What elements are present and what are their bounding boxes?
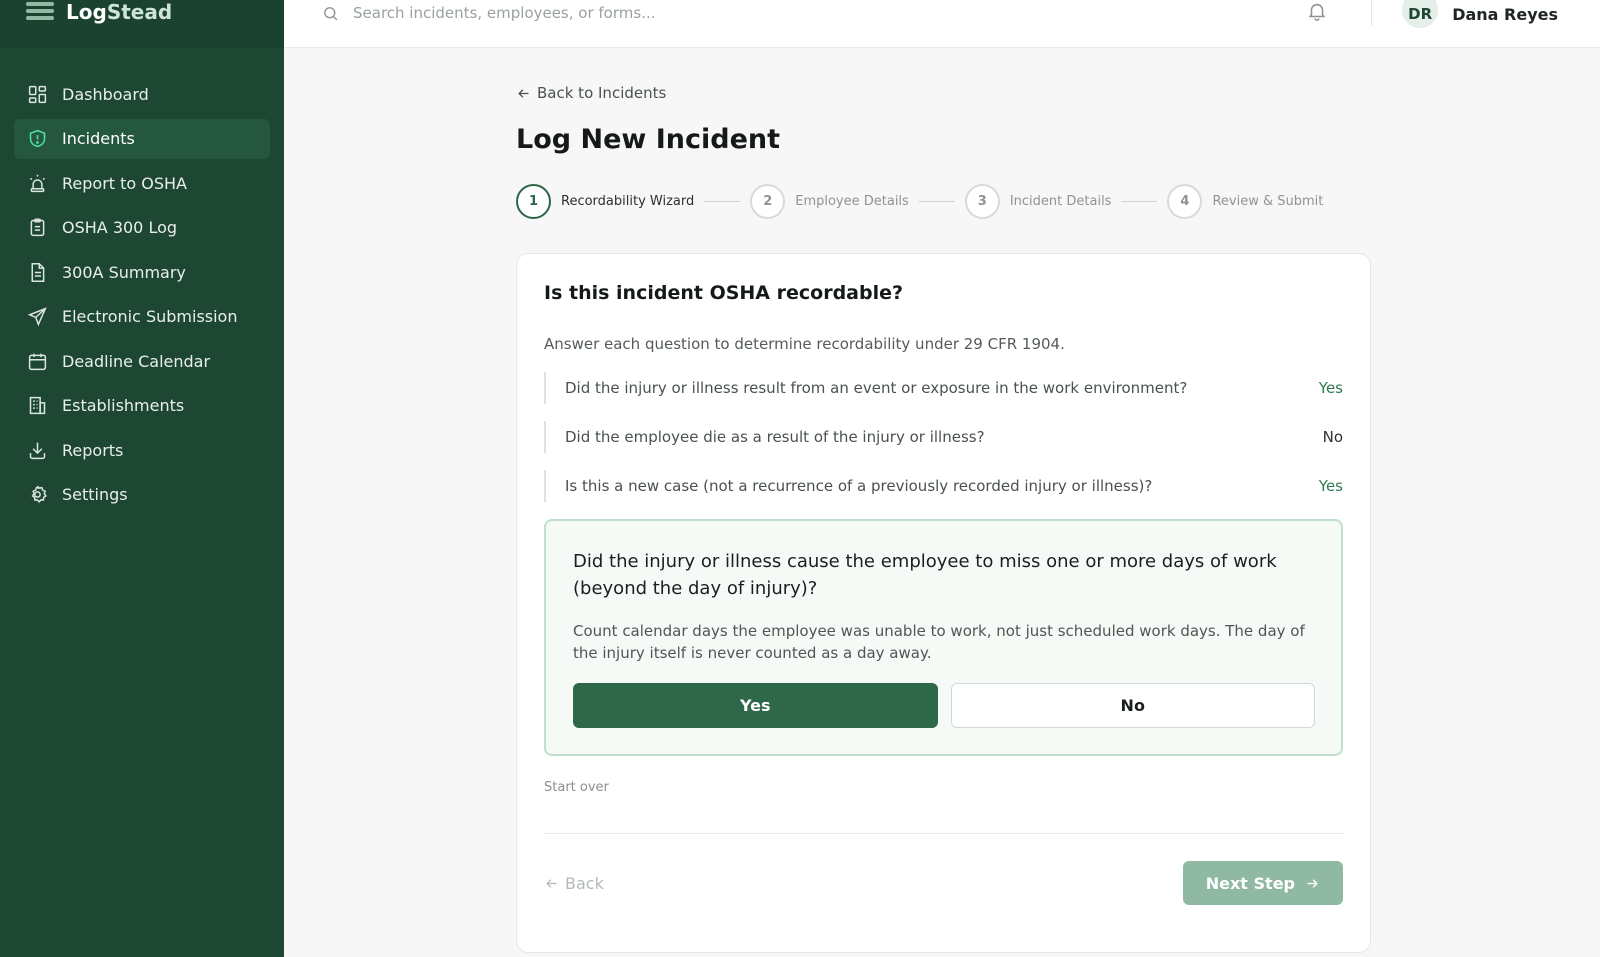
sidebar-item-300a-summary[interactable]: 300A Summary [14,252,270,292]
page-title: Log New Incident [516,124,781,155]
sidebar-item-electronic-submission[interactable]: Electronic Submission [14,297,270,337]
answered-question-text: Did the employee die as a result of the … [565,428,985,446]
step-label: Recordability Wizard [561,193,695,209]
answered-question-answer: Yes [1318,477,1343,495]
wizard-description: Answer each question to determine record… [544,335,1065,353]
step-connector [918,200,955,202]
main-content: Back to Incidents Log New Incident 1 Rec… [516,48,1371,953]
answered-questions: Did the injury or illness result from an… [544,372,1343,502]
sidebar-item-label: OSHA 300 Log [62,218,178,237]
search-icon [324,6,338,20]
sidebar-nav: Dashboard Incidents Report to OSHA OSHA … [0,48,284,515]
back-link-label: Back to Incidents [537,84,667,102]
arrow-left-icon [518,88,529,98]
brand[interactable]: LogStead [0,0,284,48]
no-button[interactable]: No [950,683,1315,728]
recordability-card: Is this incident OSHA recordable? Answer… [516,253,1371,953]
sidebar-item-label: Dashboard [62,84,149,104]
back-to-incidents-link[interactable]: Back to Incidents [516,84,666,102]
next-step-label: Next Step [1205,873,1295,893]
search-input[interactable] [353,4,833,22]
sidebar-item-reports[interactable]: Reports [14,430,270,470]
step-connector [1121,200,1158,202]
sidebar: LogStead Dashboard Incidents Report to O… [0,0,284,957]
sidebar-item-label: Electronic Submission [62,307,238,326]
siren-icon [29,174,46,192]
sidebar-item-osha-300-log[interactable]: OSHA 300 Log [14,208,270,248]
user-menu[interactable]: DR Dana Reyes [1402,0,1558,28]
sidebar-item-report-to-osha[interactable]: Report to OSHA [14,163,270,203]
answered-question-row: Is this a new case (not a recurrence of … [544,470,1343,502]
current-question-text: Did the injury or illness cause the empl… [573,551,1277,599]
card-divider [544,833,1343,834]
sidebar-item-label: Report to OSHA [62,173,187,193]
logo-icon [26,2,54,24]
step-recordability-wizard: 1 Recordability Wizard [516,183,695,219]
search-bar [322,0,833,26]
sidebar-item-label: Incidents [62,129,135,148]
answered-question-answer: Yes [1318,379,1343,397]
answer-buttons: Yes No [573,683,1315,728]
user-name: Dana Reyes [1452,4,1558,24]
step-incident-details: 3 Incident Details [964,183,1112,219]
back-button[interactable]: Back [544,874,604,893]
sidebar-item-label: Settings [62,485,128,504]
brand-suffix: Stead [106,0,173,24]
step-label: Incident Details [1009,193,1112,209]
answered-question-text: Did the injury or illness result from an… [565,379,1188,397]
step-employee-details: 2 Employee Details [750,183,909,219]
step-number: 3 [964,183,1000,219]
notification-bell-icon[interactable] [1306,0,1328,22]
calendar-icon [28,353,47,370]
start-over-link[interactable]: Start over [544,780,609,795]
arrow-left-icon [546,878,557,888]
clipboard-icon [30,218,45,237]
step-label: Review & Submit [1212,193,1324,209]
sidebar-item-settings[interactable]: Settings [14,475,270,515]
current-question-panel: Did the injury or illness cause the empl… [544,519,1343,756]
step-connector [704,200,741,202]
avatar: DR [1402,0,1439,28]
sidebar-item-label: 300A Summary [62,262,186,282]
sidebar-item-label: Establishments [62,396,185,415]
wizard-title: Is this incident OSHA recordable? [544,282,904,304]
topbar-divider [1371,0,1372,26]
dashboard-icon [28,85,47,103]
building-icon [29,396,46,415]
step-label: Employee Details [795,193,909,209]
stepper: 1 Recordability Wizard 2 Employee Detail… [516,183,1371,219]
send-icon [27,307,47,327]
shield-alert-icon [29,129,46,148]
step-number: 2 [750,183,786,219]
brand-name: LogStead [66,0,172,24]
gear-icon [31,485,47,503]
download-icon [29,442,46,459]
step-number: 4 [1167,183,1203,219]
document-icon [31,262,45,282]
arrow-right-icon [1307,878,1318,888]
sidebar-item-deadline-calendar[interactable]: Deadline Calendar [14,341,270,381]
current-question-hint: Count calendar days the employee was una… [573,622,1305,662]
step-number: 1 [516,183,551,219]
back-button-label: Back [565,873,604,893]
sidebar-item-label: Reports [62,440,124,460]
answered-question-row: Did the employee die as a result of the … [544,421,1343,453]
next-step-button[interactable]: Next Step [1182,861,1343,905]
yes-button[interactable]: Yes [573,683,938,728]
brand-prefix: Log [66,0,107,24]
answered-question-answer: No [1322,428,1343,446]
sidebar-item-incidents[interactable]: Incidents [14,118,270,159]
step-review-submit: 4 Review & Submit [1167,183,1324,219]
answered-question-text: Is this a new case (not a recurrence of … [565,477,1153,495]
sidebar-item-dashboard[interactable]: Dashboard [14,74,270,114]
sidebar-item-label: Deadline Calendar [62,351,211,371]
sidebar-item-establishments[interactable]: Establishments [14,386,270,426]
card-footer: Back Next Step [544,861,1343,905]
answered-question-row: Did the injury or illness result from an… [544,372,1343,404]
topbar: DR Dana Reyes [284,0,1600,48]
